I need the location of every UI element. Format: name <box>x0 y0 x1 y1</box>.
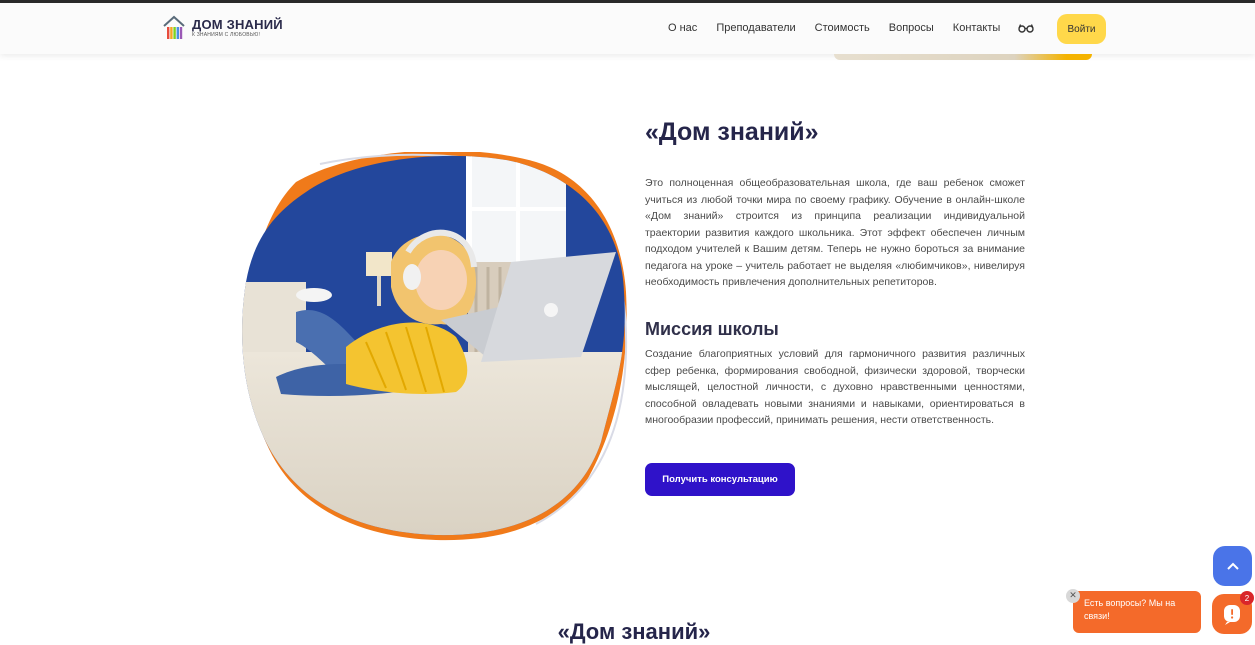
chat-notification-badge: 2 <box>1240 591 1254 605</box>
chat-icon <box>1224 605 1240 625</box>
glasses-icon[interactable] <box>1018 23 1035 33</box>
house-logo-icon <box>163 15 185 39</box>
scroll-to-top-button[interactable] <box>1213 546 1252 586</box>
nav-item-contacts[interactable]: Контакты <box>953 22 1001 34</box>
logo[interactable]: ДОМ ЗНАНИЙ К ЗНАНИЯМ С ЛЮБОВЬЮ! <box>162 14 283 42</box>
nav-item-about[interactable]: О нас <box>668 22 697 34</box>
nav-item-pricing[interactable]: Стоимость <box>815 22 870 34</box>
mission-text: Создание благоприятных условий для гармо… <box>645 348 1025 426</box>
site-header: ДОМ ЗНАНИЙ К ЗНАНИЯМ С ЛЮБОВЬЮ! О нас Пр… <box>0 3 1255 54</box>
consultation-button[interactable]: Получить консультацию <box>645 463 795 496</box>
nav-item-teachers[interactable]: Преподаватели <box>716 22 795 34</box>
about-description: Это полноценная общеобразовательная школ… <box>645 177 1025 288</box>
chat-prompt-bubble[interactable]: Есть вопросы? Мы на связи! <box>1073 591 1201 633</box>
previous-section-image-edge <box>834 54 1092 60</box>
about-title: «Дом знаний» <box>645 118 819 146</box>
nav-item-questions[interactable]: Вопросы <box>889 22 934 34</box>
logo-subtitle: К ЗНАНИЯМ С ЛЮБОВЬЮ! <box>192 32 261 38</box>
chevron-up-icon <box>1226 562 1239 570</box>
student-with-laptop-image <box>242 152 628 541</box>
mission-title: Миссия школы <box>645 319 779 339</box>
login-button[interactable]: Войти <box>1057 14 1106 44</box>
chat-prompt-close-button[interactable]: ✕ <box>1066 589 1080 603</box>
next-section-title: «Дом знаний» <box>557 619 711 644</box>
logo-title: ДОМ ЗНАНИЙ <box>192 17 283 32</box>
main-nav: О нас Преподаватели Стоимость Вопросы Ко… <box>668 22 1035 34</box>
